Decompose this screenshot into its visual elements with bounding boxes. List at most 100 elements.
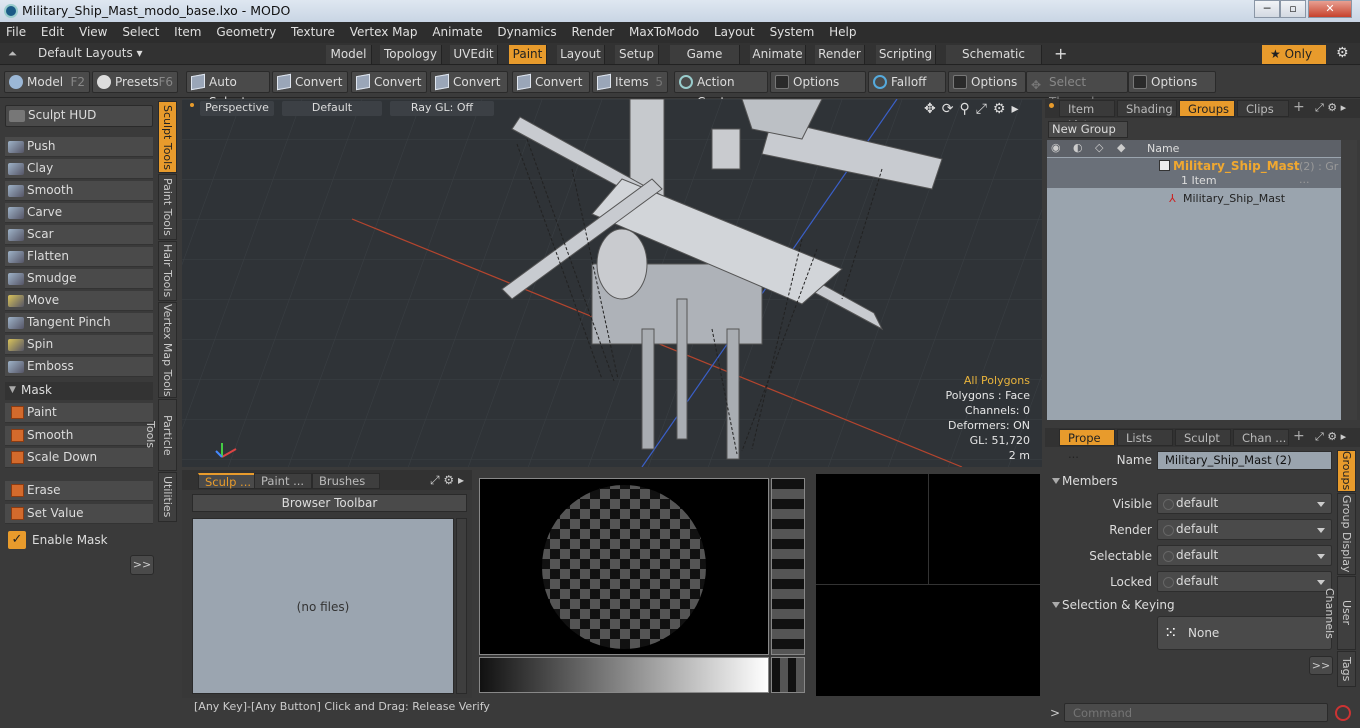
add-tab-button[interactable]: + <box>1054 44 1067 63</box>
browser-toolbar-button[interactable]: Browser Toolbar <box>192 494 467 512</box>
tab-layout[interactable]: Layout <box>557 45 605 64</box>
vtab-utilities[interactable]: Utilities <box>158 472 177 522</box>
close-button[interactable]: ✕ <box>1308 0 1352 18</box>
action-center-options-button[interactable]: Options <box>770 71 866 93</box>
tab-scripting[interactable]: Scripting <box>876 45 936 64</box>
tool-scar[interactable]: Scar <box>5 225 153 245</box>
tab-paint[interactable]: Paint <box>509 45 547 64</box>
minimize-button[interactable]: ─ <box>1254 0 1280 18</box>
file-list-area[interactable]: (no files) <box>192 518 454 694</box>
gear-icon[interactable]: ⚙ <box>1336 45 1349 61</box>
tab-groups[interactable]: Groups <box>1179 100 1235 117</box>
browser-scrollbar[interactable] <box>456 518 467 694</box>
tab-shading[interactable]: Shading <box>1117 100 1177 117</box>
menu-select[interactable]: Select <box>116 22 164 39</box>
select-none-button[interactable]: ⁙ None <box>1157 616 1332 650</box>
vtab-hair-tools[interactable]: Hair Tools <box>158 241 177 301</box>
render-icon[interactable]: ◐ <box>1073 141 1083 154</box>
maximize-button[interactable]: ▫ <box>1280 0 1306 18</box>
lock-icon[interactable]: ◆ <box>1117 141 1125 154</box>
menu-geometry[interactable]: Geometry <box>210 22 281 39</box>
layout-collapse-icon[interactable]: ⏶ <box>8 47 17 61</box>
new-group-button[interactable]: New Group <box>1048 121 1128 138</box>
viewport-nav-icons[interactable]: ✥⟳⚲⤢⚙▸ <box>924 101 1025 117</box>
falloff-options-button[interactable]: Options <box>948 71 1026 93</box>
members-section-header[interactable]: Members <box>1048 473 1333 490</box>
menu-view[interactable]: View <box>73 22 112 39</box>
menu-item[interactable]: Item <box>168 22 206 39</box>
add-tab-button[interactable]: + <box>1293 428 1305 444</box>
tool-smudge[interactable]: Smudge <box>5 269 153 289</box>
tab-setup[interactable]: Setup <box>615 45 659 64</box>
groups-scrollbar[interactable] <box>1341 140 1357 420</box>
tab-properties[interactable]: Prope ... <box>1059 429 1115 461</box>
vtab-tags[interactable]: Tags <box>1337 651 1356 687</box>
tool-spin[interactable]: Spin <box>5 335 153 355</box>
selectable-dropdown[interactable]: default <box>1157 545 1332 566</box>
auto-select-button[interactable]: Auto Select <box>186 71 270 109</box>
visible-dropdown[interactable]: default <box>1157 493 1332 514</box>
visibility-eye-icon[interactable]: ◉ <box>1051 141 1061 154</box>
vtab-group-display[interactable]: Group Display <box>1337 493 1356 575</box>
menu-maxtomodo[interactable]: MaxToModo <box>623 22 704 39</box>
view-type-dropdown[interactable]: Perspective <box>200 101 274 116</box>
convert-vertices-button[interactable]: Convert <box>272 71 348 93</box>
menu-system[interactable]: System <box>764 22 820 39</box>
tab-brushes[interactable]: Brushes <box>312 473 380 489</box>
more-button[interactable]: >> <box>1309 656 1333 675</box>
locked-dropdown[interactable]: default <box>1157 571 1332 592</box>
menu-file[interactable]: File <box>0 22 31 39</box>
tool-carve[interactable]: Carve <box>5 203 153 223</box>
tab-clips[interactable]: Clips <box>1237 100 1289 117</box>
vtab-user-channels[interactable]: User Channels <box>1323 576 1356 650</box>
select-through-button[interactable]: ✥Select Through <box>1026 71 1128 109</box>
group-row[interactable]: Military_Ship_Mast (2) : Gr ... 1 Item <box>1047 158 1341 188</box>
select-icon[interactable]: ◇ <box>1095 141 1103 154</box>
tab-topology[interactable]: Topology <box>380 45 442 64</box>
tool-smooth[interactable]: Smooth <box>5 181 153 201</box>
vtab-groups[interactable]: Groups <box>1337 450 1356 492</box>
tab-paint-presets[interactable]: Paint ... <box>254 473 312 489</box>
tab-lists[interactable]: Lists <box>1117 429 1173 446</box>
mask-scale-down-button[interactable]: Scale Down <box>5 448 153 468</box>
vtab-vertex-map-tools[interactable]: Vertex Map Tools <box>158 302 177 398</box>
tab-animate[interactable]: Animate <box>750 45 806 64</box>
sculpt-hud-button[interactable]: Sculpt HUD <box>5 105 153 127</box>
tab-channels[interactable]: Chan ... <box>1233 429 1289 446</box>
convert-polygons-button[interactable]: Convert <box>430 71 508 93</box>
more-button[interactable]: >> <box>130 555 154 575</box>
command-input[interactable] <box>1064 703 1328 722</box>
tab-sculpt[interactable]: Sculpt <box>1175 429 1231 446</box>
menu-vertex-map[interactable]: Vertex Map <box>344 22 423 39</box>
mask-set-value-button[interactable]: Set Value <box>5 504 153 524</box>
mask-paint-button[interactable]: Paint <box>5 403 153 423</box>
vtab-sculpt-tools[interactable]: Sculpt Tools <box>158 101 177 173</box>
tool-clay[interactable]: Clay <box>5 159 153 179</box>
tab-uvedit[interactable]: UVEdit <box>450 45 498 64</box>
convert-materials-button[interactable]: Convert <box>512 71 590 93</box>
render-dropdown[interactable]: default <box>1157 519 1332 540</box>
model-button[interactable]: Model F2 <box>4 71 90 93</box>
add-tab-button[interactable]: + <box>1293 99 1305 115</box>
enable-mask-toggle[interactable]: ✓ Enable Mask <box>5 529 153 551</box>
tab-schematic-fusion[interactable]: Schematic Fusion <box>946 45 1042 79</box>
presets-button[interactable]: Presets F6 <box>92 71 178 93</box>
mask-section-header[interactable]: ▼ Mask <box>5 382 153 400</box>
tab-game-tools[interactable]: Game Tools <box>670 45 740 79</box>
name-field[interactable]: Military_Ship_Mast (2) <box>1157 451 1332 470</box>
menu-texture[interactable]: Texture <box>285 22 340 39</box>
child-row[interactable]: ⅄ Military_Ship_Mast <box>1047 190 1341 208</box>
tool-flatten[interactable]: Flatten <box>5 247 153 267</box>
tool-push[interactable]: Push <box>5 137 153 157</box>
menu-edit[interactable]: Edit <box>35 22 69 39</box>
tab-render[interactable]: Render <box>815 45 865 64</box>
menu-dynamics[interactable]: Dynamics <box>491 22 561 39</box>
panel-options-icon[interactable]: ⤢ ⚙ ▸ <box>1315 430 1346 444</box>
mask-erase-button[interactable]: Erase <box>5 481 153 501</box>
action-center-button[interactable]: Action Center <box>674 71 768 109</box>
tool-tangent-pinch[interactable]: Tangent Pinch <box>5 313 153 333</box>
selection-keying-section-header[interactable]: Selection & Keying <box>1048 597 1333 614</box>
select-through-options-button[interactable]: Options <box>1128 71 1216 93</box>
shading-style-dropdown[interactable]: Default <box>282 101 382 116</box>
menu-animate[interactable]: Animate <box>426 22 487 39</box>
